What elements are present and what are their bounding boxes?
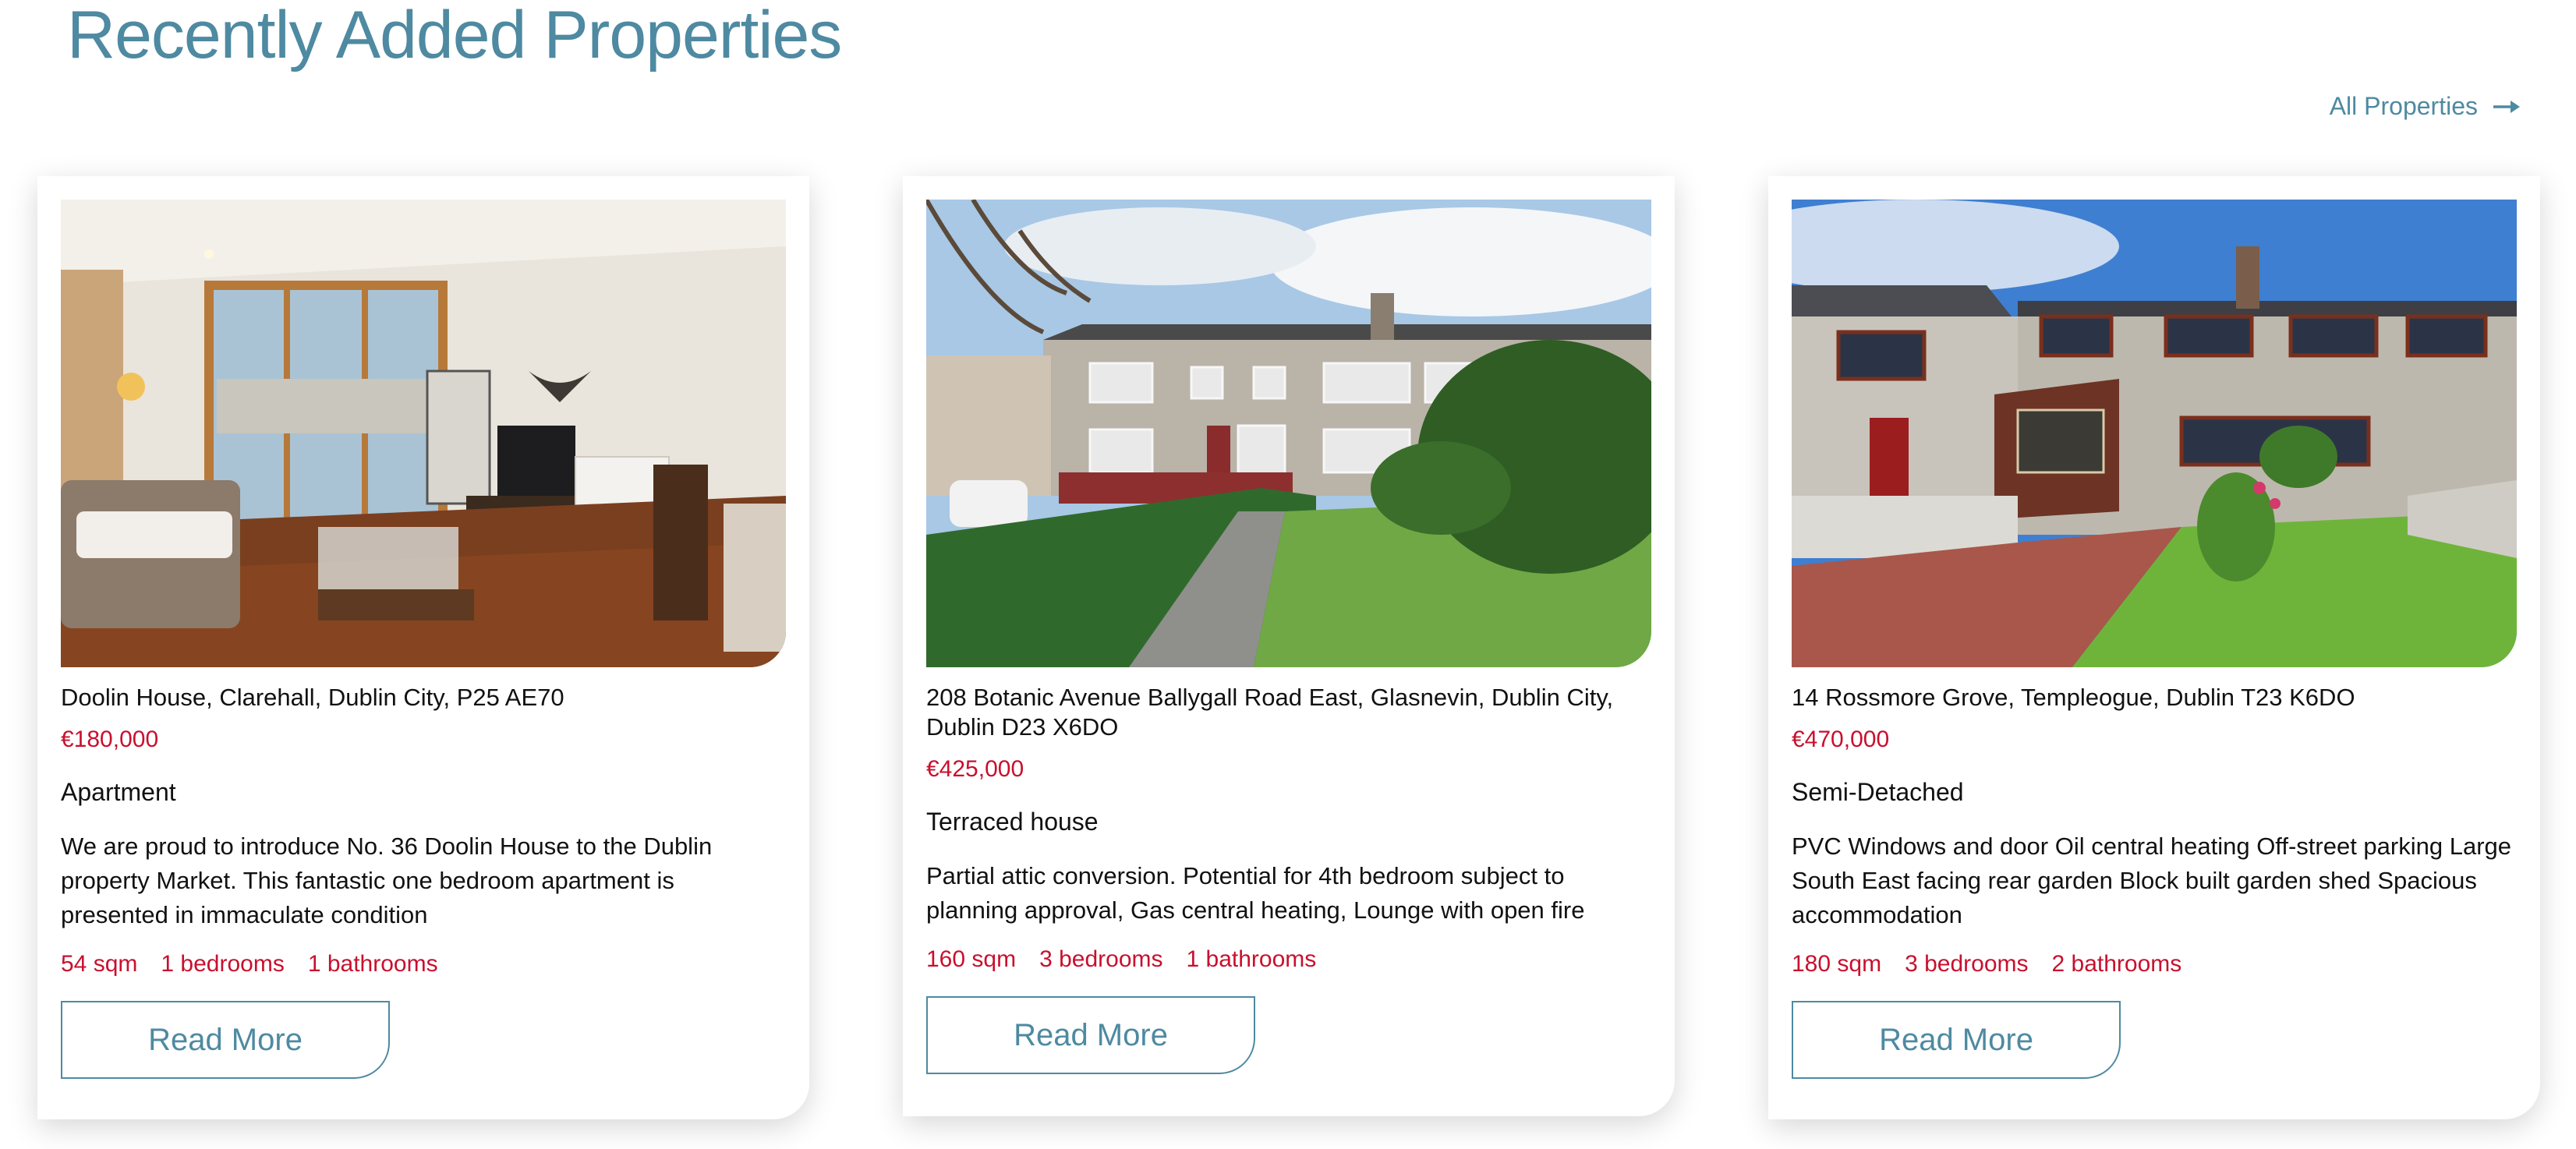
all-properties-label: All Properties	[2329, 92, 2478, 120]
property-type: Apartment	[61, 778, 176, 806]
property-type: Terraced house	[926, 808, 1099, 836]
property-stats: 54 sqm 1 bedrooms 1 bathrooms	[61, 951, 438, 978]
property-sqm: 180 sqm	[1792, 951, 1882, 977]
property-description: We are proud to introduce No. 36 Doolin …	[61, 833, 713, 928]
property-price: €180,000	[61, 727, 159, 752]
property-address: 14 Rossmore Grove, Templeogue, Dublin T2…	[1792, 684, 2355, 711]
property-type: Semi-Detached	[1792, 778, 1964, 806]
property-description: Partial attic conversion. Potential for …	[926, 862, 1585, 924]
property-card: Doolin House, Clarehall, Dublin City, P2…	[37, 176, 809, 1119]
property-description: PVC Windows and door Oil central heating…	[1792, 833, 2512, 928]
property-bathrooms: 2 bathrooms	[2051, 951, 2182, 977]
property-bedrooms: 3 bedrooms	[1039, 946, 1163, 972]
property-bathrooms: 1 bathrooms	[307, 951, 438, 977]
property-photo-terraced-house[interactable]	[926, 200, 1651, 667]
read-more-button[interactable]: Read More	[926, 996, 1255, 1074]
property-address: Doolin House, Clarehall, Dublin City, P2…	[61, 684, 564, 711]
property-address: 208 Botanic Avenue Ballygall Road East, …	[926, 684, 1614, 741]
property-photo-living-room[interactable]	[61, 200, 786, 667]
property-photo-semi-detached-house[interactable]	[1792, 200, 2517, 667]
all-properties-link[interactable]: All Properties	[2330, 92, 2520, 121]
property-sqm: 54 sqm	[61, 951, 138, 977]
property-price: €425,000	[926, 756, 1024, 782]
read-more-button[interactable]: Read More	[61, 1001, 390, 1079]
property-card: 208 Botanic Avenue Ballygall Road East, …	[903, 176, 1675, 1116]
property-bedrooms: 3 bedrooms	[1905, 951, 2029, 977]
property-bathrooms: 1 bathrooms	[1186, 946, 1317, 972]
property-price: €470,000	[1792, 727, 1890, 752]
page-title: Recently Added Properties	[67, 0, 842, 72]
property-stats: 160 sqm 3 bedrooms 1 bathrooms	[926, 946, 1316, 973]
read-more-button[interactable]: Read More	[1792, 1001, 2121, 1079]
property-card: 14 Rossmore Grove, Templeogue, Dublin T2…	[1768, 176, 2540, 1119]
property-bedrooms: 1 bedrooms	[161, 951, 285, 977]
arrow-right-icon	[2493, 100, 2520, 113]
property-stats: 180 sqm 3 bedrooms 2 bathrooms	[1792, 951, 2181, 978]
property-sqm: 160 sqm	[926, 946, 1017, 972]
